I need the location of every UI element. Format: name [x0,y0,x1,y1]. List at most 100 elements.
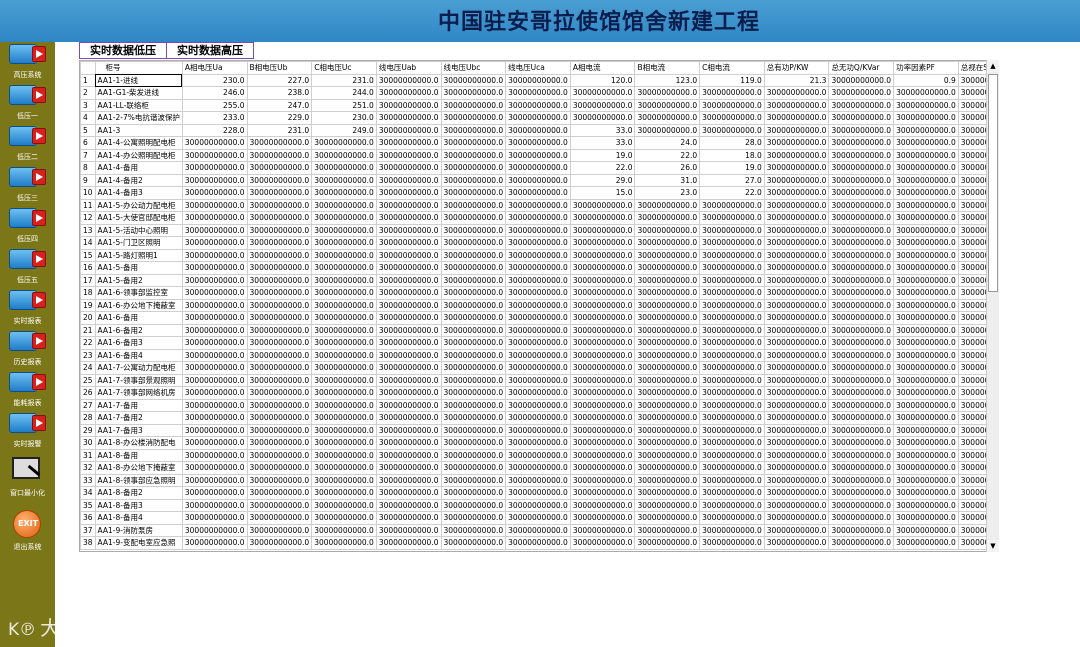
data-cell[interactable]: 30000000000.0 [763,361,830,375]
data-cell[interactable]: 31.0 [634,173,701,187]
data-cell[interactable]: 30000000000.0 [569,261,636,275]
data-cell[interactable]: 30000000000.0 [246,336,313,350]
data-cell[interactable]: 30000000000.0 [699,323,765,337]
data-cell[interactable]: 30000000000.0 [311,348,377,362]
cabinet-name-cell[interactable]: AA1-6-领事部监控室 [94,286,183,300]
sidebar-item-3[interactable]: 低压二 [0,124,55,164]
row-index[interactable]: 23 [80,348,96,362]
data-cell[interactable]: 30000000000.0 [763,236,830,250]
table-row[interactable]: 4 AA1-2-7%电抗谐波保护 233.0 229.0 230.0 3000000000… [80,111,998,125]
data-cell[interactable]: 30000000000.0 [505,286,571,300]
data-cell[interactable]: 30000000000.0 [440,211,507,225]
data-cell[interactable]: 30000000000.0 [634,461,701,475]
scroll-up-icon[interactable]: ▲ [987,60,999,72]
data-cell[interactable]: 30000000000.0 [763,311,830,325]
data-cell[interactable]: 30000000000.0 [246,273,313,287]
data-cell[interactable]: 30000000000.0 [505,361,571,375]
data-cell[interactable]: 30000000000.0 [440,123,507,137]
data-cell[interactable]: 30000000000.0 [311,511,377,525]
data-cell[interactable]: 30000000000.0 [893,186,959,200]
data-cell[interactable]: 33.0 [569,123,636,137]
tab-realtime-low-voltage[interactable]: 实时数据低压 [79,42,167,59]
data-cell[interactable]: 30000000000.0 [505,411,571,425]
data-cell[interactable]: 30000000000.0 [634,223,701,237]
data-cell[interactable]: 30000000000.0 [828,98,895,112]
data-cell[interactable]: 30000000000.0 [375,86,442,100]
cabinet-name-cell[interactable]: AA1-6-备用2 [94,323,183,337]
data-cell[interactable]: 30000000000.0 [181,511,248,525]
data-cell[interactable]: 30000000000.0 [311,248,377,262]
row-index[interactable]: 7 [80,148,96,162]
row-index[interactable]: 31 [80,448,96,462]
data-cell[interactable]: 30000000000.0 [893,486,959,500]
cabinet-name-cell[interactable]: AA1-LL-联络柜 [94,98,183,112]
data-cell[interactable]: 30000000000.0 [699,211,765,225]
data-cell[interactable]: 30000000000.0 [505,511,571,525]
data-cell[interactable]: 30000000000.0 [699,98,765,112]
data-cell[interactable]: 0.9 [893,73,959,87]
data-cell[interactable]: 30000000000.0 [440,148,507,162]
data-cell[interactable]: 30000000000.0 [505,198,571,212]
data-cell[interactable]: 30000000000.0 [634,373,701,387]
data-cell[interactable]: 30000000000.0 [181,486,248,500]
data-cell[interactable]: 30000000000.0 [375,386,442,400]
table-row[interactable]: 5 AA1-3 228.0 231.0 249.0 30000000000.0 300000… [80,123,998,137]
data-cell[interactable]: 30000000000.0 [375,111,442,125]
data-cell[interactable]: 30000000000.0 [763,186,830,200]
data-cell[interactable]: 30000000000.0 [505,373,571,387]
row-index[interactable]: 18 [80,286,96,300]
data-cell[interactable]: 30000000000.0 [699,111,765,125]
row-index[interactable]: 32 [80,461,96,475]
data-cell[interactable]: 30000000000.0 [440,161,507,175]
data-cell[interactable]: 30000000000.0 [505,211,571,225]
data-cell[interactable]: 30000000000.0 [699,511,765,525]
data-cell[interactable]: 30000000000.0 [181,161,248,175]
column-header[interactable]: C相电压Uc [311,61,377,75]
data-cell[interactable]: 30000000000.0 [634,298,701,312]
data-cell[interactable]: 30000000000.0 [828,473,895,487]
data-cell[interactable]: 15.0 [569,186,636,200]
row-index[interactable]: 11 [80,198,96,212]
data-cell[interactable]: 30000000000.0 [699,461,765,475]
sidebar-item-5[interactable]: 低压四 [0,206,55,246]
table-row[interactable]: 35 AA1-8-备用3 30000000000.0 30000000000.0 300… [80,498,998,512]
data-cell[interactable]: 30000000000.0 [763,523,830,537]
data-cell[interactable]: 30000000000.0 [763,423,830,437]
data-cell[interactable]: 30000000000.0 [246,436,313,450]
data-cell[interactable]: 30000000000.0 [311,136,377,150]
row-index[interactable]: 24 [80,361,96,375]
data-cell[interactable]: 30000000000.0 [181,211,248,225]
data-cell[interactable]: 30000000000.0 [311,398,377,412]
data-cell[interactable]: 30000000000.0 [311,236,377,250]
data-cell[interactable]: 30000000000.0 [505,236,571,250]
data-cell[interactable]: 30000000000.0 [181,286,248,300]
data-cell[interactable]: 30000000000.0 [763,473,830,487]
data-cell[interactable]: 30000000000.0 [828,73,895,87]
cabinet-name-cell[interactable]: AA1-7-领事部网络机房 [94,386,183,400]
data-cell[interactable]: 30000000000.0 [634,311,701,325]
data-cell[interactable]: 30000000000.0 [311,436,377,450]
data-cell[interactable]: 30000000000.0 [634,411,701,425]
data-cell[interactable]: 30000000000.0 [634,98,701,112]
data-cell[interactable]: 30000000000.0 [828,211,895,225]
data-cell[interactable]: 30000000000.0 [505,448,571,462]
data-cell[interactable]: 30000000000.0 [763,386,830,400]
data-cell[interactable]: 30000000000.0 [181,461,248,475]
data-cell[interactable]: 123.0 [634,73,701,87]
table-row[interactable]: 7 AA1-4-办公照明配电柜 30000000000.0 30000000000.0… [80,148,998,162]
table-row[interactable]: 25 AA1-7-领事部景观照明 30000000000.0 30000000000.… [80,373,998,387]
data-cell[interactable]: 30000000000.0 [893,286,959,300]
data-cell[interactable]: 30000000000.0 [828,286,895,300]
data-cell[interactable]: 30000000000.0 [311,173,377,187]
data-cell[interactable]: 30000000000.0 [828,161,895,175]
cabinet-name-cell[interactable]: AA1-8-备用2 [94,486,183,500]
data-cell[interactable]: 30000000000.0 [246,136,313,150]
data-cell[interactable]: 30000000000.0 [893,273,959,287]
data-cell[interactable]: 30000000000.0 [634,498,701,512]
data-cell[interactable]: 30000000000.0 [828,423,895,437]
cabinet-name-cell[interactable]: AA1-4-办公照明配电柜 [94,148,183,162]
data-cell[interactable]: 30000000000.0 [893,236,959,250]
data-cell[interactable]: 30000000000.0 [634,261,701,275]
data-cell[interactable]: 30000000000.0 [246,173,313,187]
data-cell[interactable]: 30000000000.0 [569,211,636,225]
